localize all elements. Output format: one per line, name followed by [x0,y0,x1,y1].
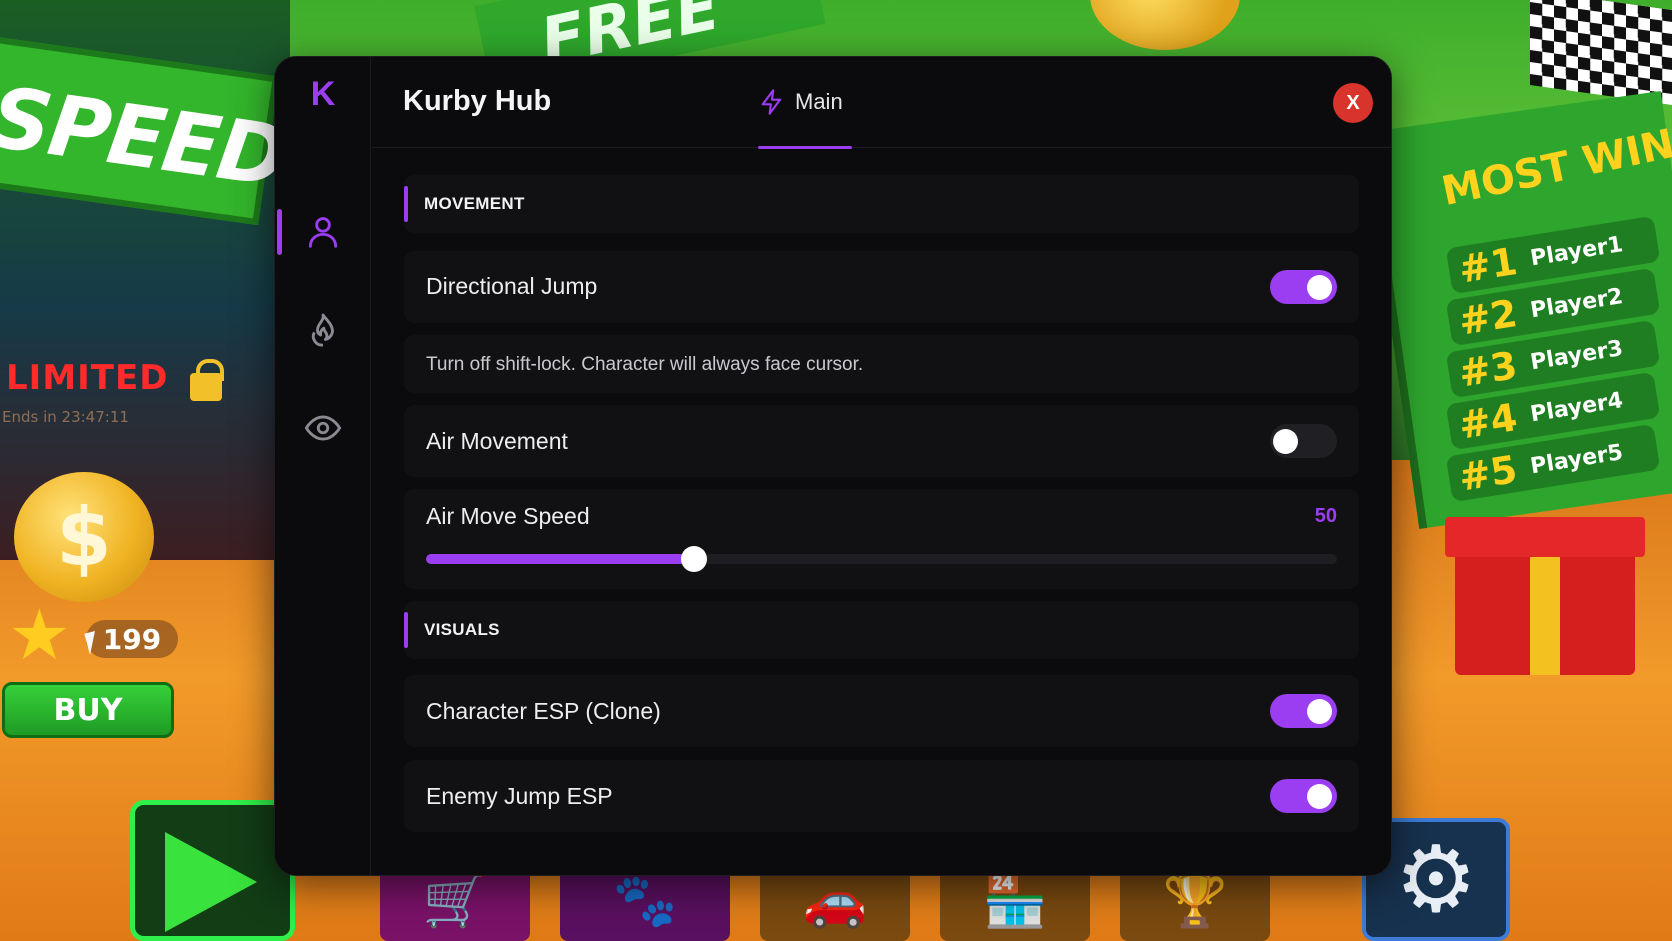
tab-main[interactable]: Main [758,81,852,149]
description-row: Turn off shift-lock. Character will alwa… [404,335,1359,393]
tab-label: Main [795,89,843,114]
toggle-knob [1307,699,1332,724]
star-icon: ★ [8,594,71,676]
leaderboard-rank: #4 [1455,395,1521,448]
ends-timer: Ends in 23:47:11 [2,408,129,426]
slider-label: Air Move Speed [426,503,590,529]
section-label: MOVEMENT [424,194,525,213]
toggle-knob [1307,275,1332,300]
toggle-knob [1307,784,1332,809]
leaderboard-player: Player1 [1528,231,1625,271]
air-move-speed-slider[interactable] [426,546,1337,572]
description-text: Turn off shift-lock. Character will alwa… [426,354,864,375]
leaderboard-rank: #2 [1455,291,1521,344]
toggle-label: Directional Jump [426,273,598,299]
leaderboard-rank: #3 [1455,343,1521,396]
lock-icon [190,359,224,401]
lightning-icon [761,89,782,115]
limited-label: LIMITED [6,358,169,398]
hub-header: Kurby Hub Main X [372,57,1391,149]
leaderboard-player: Player4 [1528,387,1625,427]
leaderboard-rank: #5 [1455,447,1521,500]
toggle-label: Enemy Jump ESP [426,783,613,809]
leaderboard-rank: #1 [1455,239,1521,292]
section-header-visuals: VISUALS [404,601,1359,659]
enemy-jump-esp-toggle[interactable] [1270,779,1337,813]
toggle-row-enemy-jump-esp[interactable]: Enemy Jump ESP [404,760,1359,832]
toggle-knob [1273,429,1298,454]
gift-icon[interactable] [1445,517,1645,675]
play-icon [165,832,257,932]
section-label: VISUALS [424,620,500,639]
leaderboard-player: Player5 [1528,439,1625,479]
hub-logo: K [310,75,336,113]
toggle-label: Air Movement [426,428,568,454]
slider-thumb[interactable] [680,546,707,572]
buy-button[interactable]: BUY [2,682,174,738]
eye-icon [304,415,342,441]
close-button[interactable]: X [1333,83,1373,123]
hub-title: Kurby Hub [403,85,552,117]
leaderboard-player: Player2 [1528,283,1625,323]
toggle-label: Character ESP (Clone) [426,698,661,724]
sidebar-item-player[interactable] [275,197,371,267]
air-movement-toggle[interactable] [1270,424,1337,458]
slider-value: 50 [1314,505,1337,527]
slider-fill [426,554,694,564]
dollar-coin-icon: $ [14,472,154,602]
slider-row-air-move-speed: Air Move Speed 50 [404,489,1359,589]
flame-icon [311,313,334,347]
user-icon [308,217,338,248]
gear-icon: ⚙ [1394,825,1478,933]
sidebar: K [275,57,371,875]
directional-jump-toggle[interactable] [1270,270,1337,304]
hub-window: K Kurby Hub Main X MOVEMENT Directional … [274,56,1392,876]
sidebar-item-combat[interactable] [275,295,371,365]
character-esp-toggle[interactable] [1270,694,1337,728]
toggle-row-air-movement[interactable]: Air Movement [404,405,1359,477]
toggle-row-directional-jump[interactable]: Directional Jump [404,251,1359,323]
leaderboard-player: Player3 [1528,335,1625,375]
section-header-movement: MOVEMENT [404,175,1359,233]
sidebar-item-visuals[interactable] [275,393,371,463]
toggle-row-character-esp[interactable]: Character ESP (Clone) [404,675,1359,747]
